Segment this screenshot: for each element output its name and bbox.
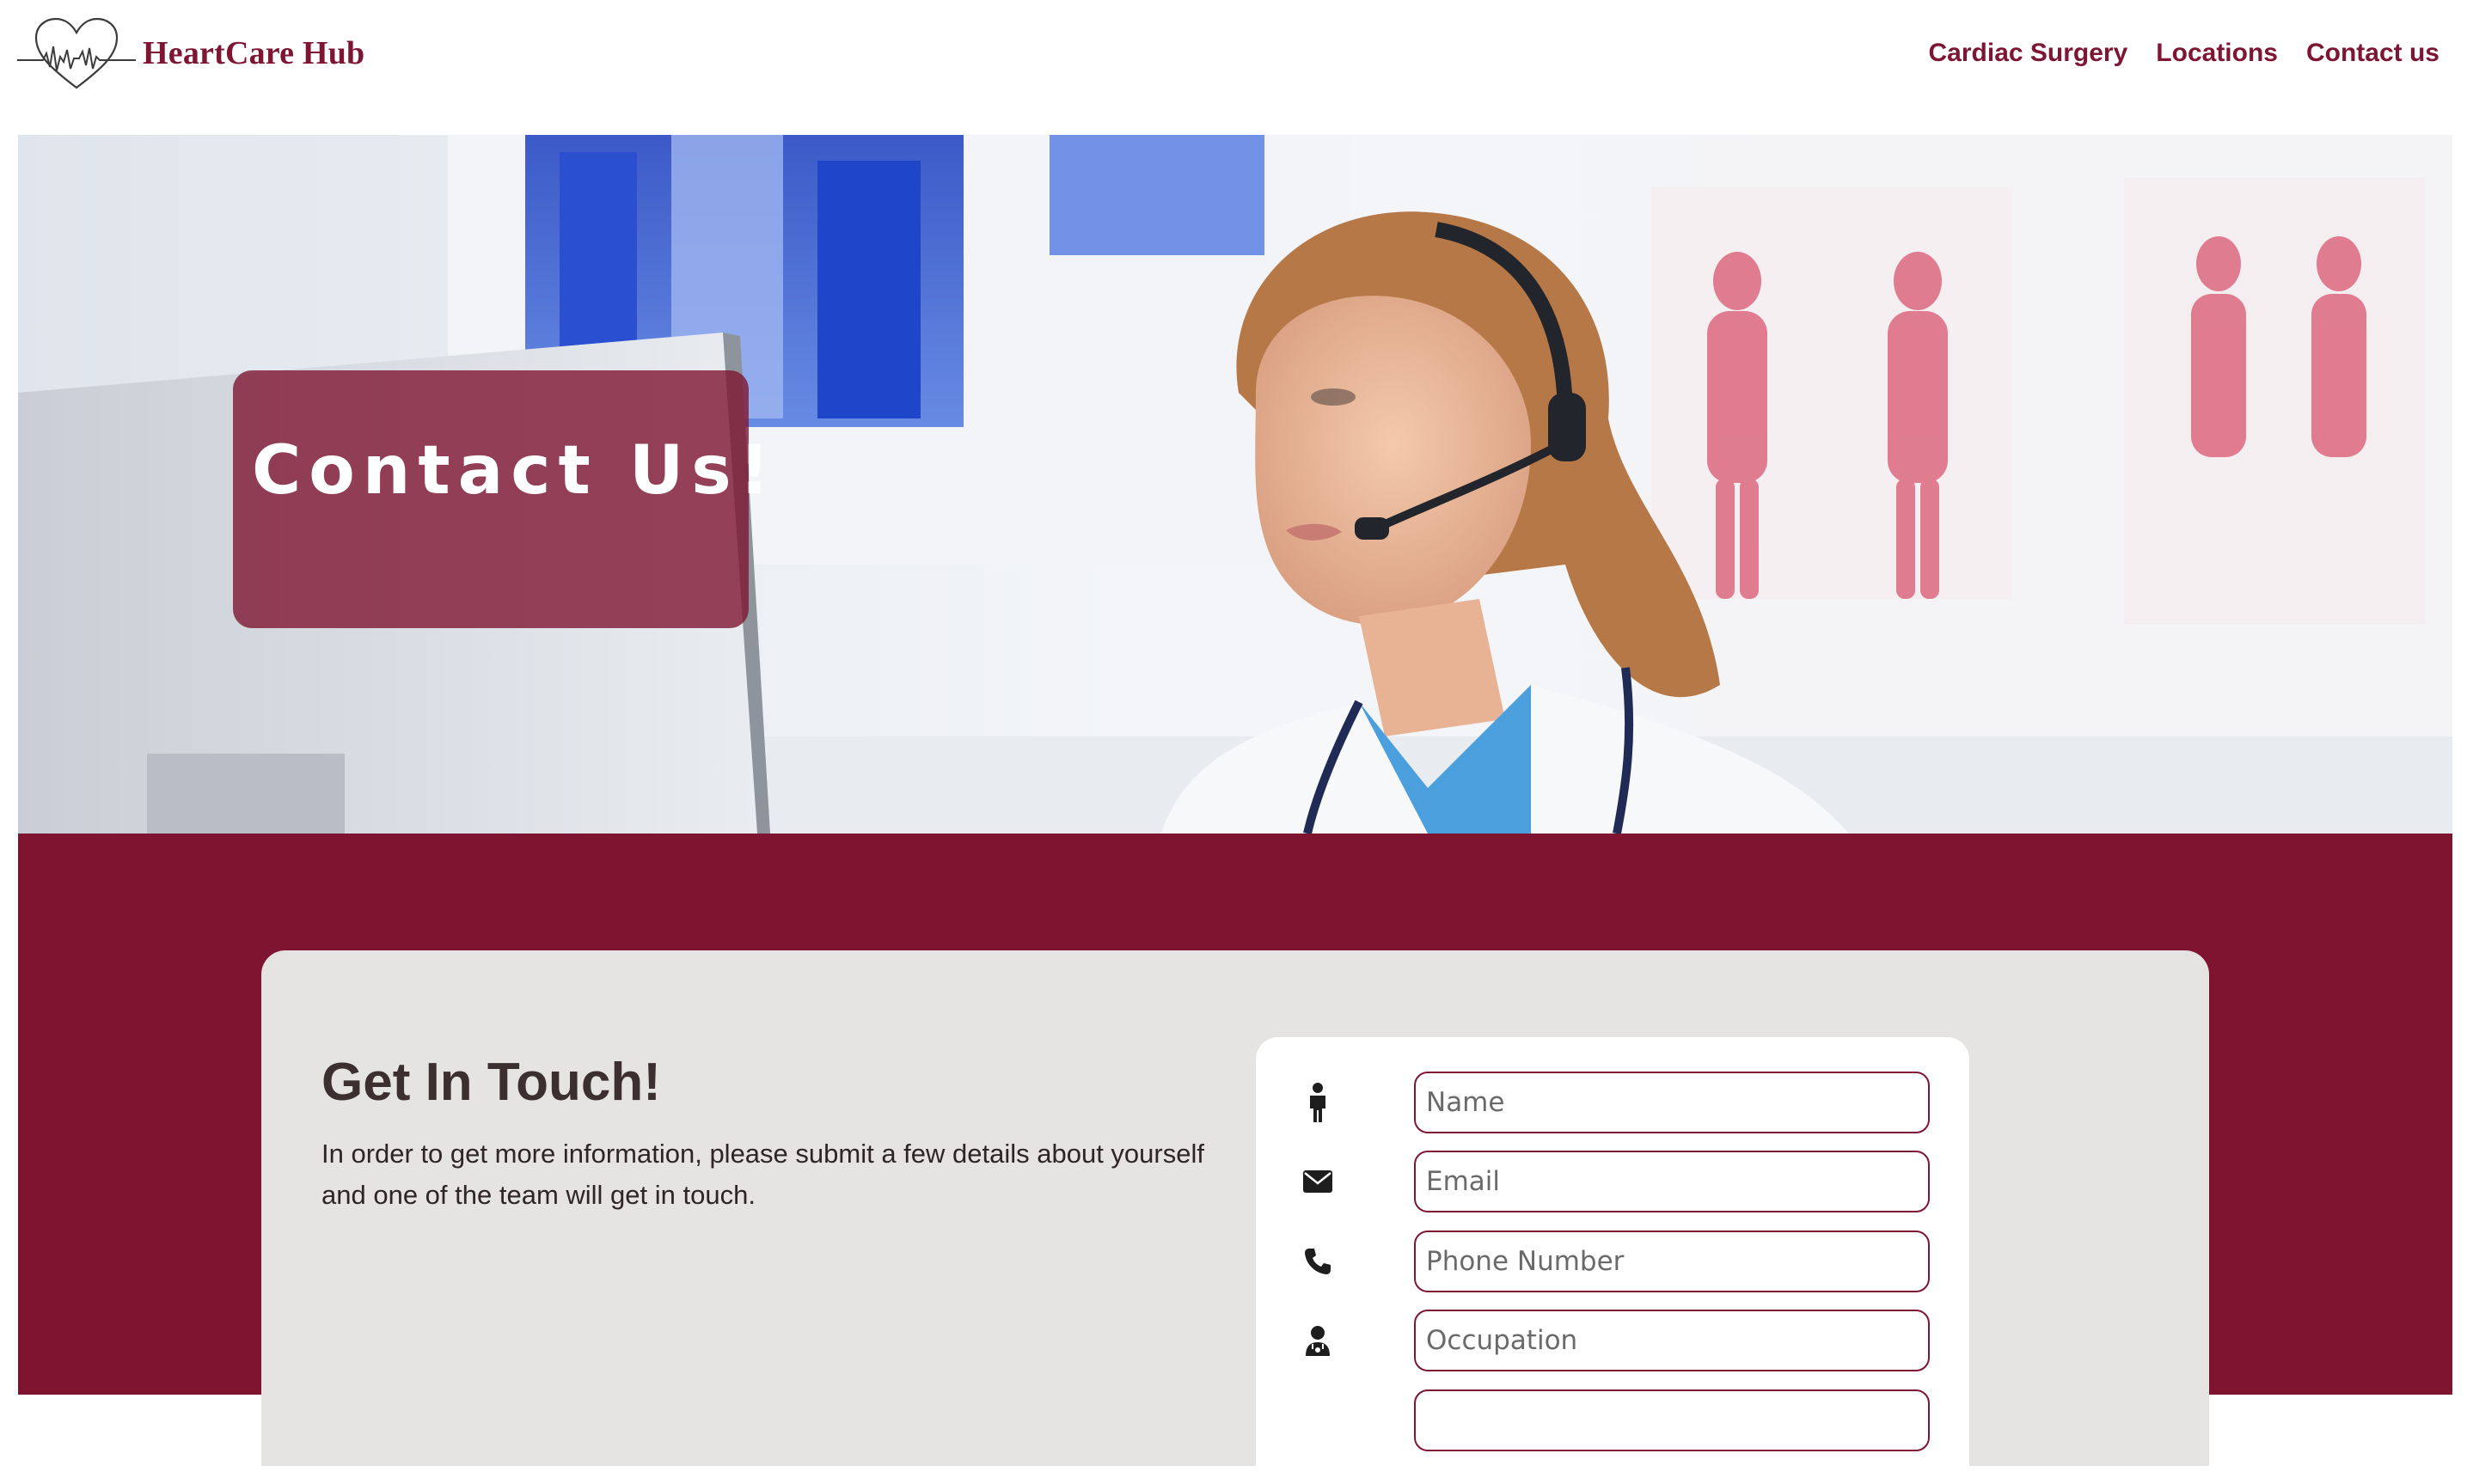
main-nav: Cardiac Surgery Locations Contact us: [1929, 33, 2439, 74]
nav-link-locations[interactable]: Locations: [2156, 33, 2278, 74]
occupation-input[interactable]: [1414, 1310, 1930, 1371]
hero-title-card: Contact Us!: [233, 370, 769, 628]
heart-pulse-logo-icon: [17, 17, 136, 89]
name-field-row: [1299, 1072, 1935, 1133]
contact-panel: Get In Touch! In order to get more infor…: [261, 950, 2209, 1484]
brand-logo[interactable]: HeartCare Hub: [17, 15, 364, 91]
occupation-field-row: [1299, 1310, 1935, 1371]
hero-banner: Contact Us!: [18, 135, 2452, 834]
envelope-icon: [1299, 1163, 1337, 1200]
phone-input[interactable]: [1414, 1231, 1930, 1292]
hero-title: Contact Us!: [252, 432, 778, 510]
phone-field-row: [1299, 1231, 1935, 1292]
email-field-row: [1299, 1151, 1935, 1212]
brand-name: HeartCare Hub: [143, 35, 365, 71]
contact-intro-text: In order to get more information, please…: [321, 1139, 1204, 1210]
person-icon: [1299, 1083, 1337, 1122]
phone-icon: [1299, 1243, 1337, 1280]
nav-link-cardiac-surgery[interactable]: Cardiac Surgery: [1929, 33, 2128, 74]
contact-section: Get In Touch! In order to get more infor…: [18, 834, 2452, 1484]
next-field-row: [1299, 1389, 1935, 1451]
site-header: HeartCare Hub Cardiac Surgery Locations …: [0, 0, 2473, 135]
doctor-icon: [1299, 1322, 1337, 1359]
nav-link-contact-us[interactable]: Contact us: [2306, 33, 2439, 74]
name-input[interactable]: [1414, 1072, 1930, 1133]
email-input[interactable]: [1414, 1151, 1930, 1212]
next-field-input[interactable]: [1414, 1389, 1930, 1451]
contact-form: [1256, 1037, 1969, 1484]
contact-heading: Get In Touch!: [321, 1053, 661, 1112]
